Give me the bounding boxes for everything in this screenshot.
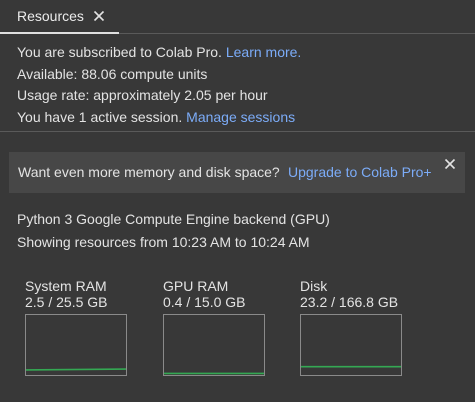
usage-graph [300,314,402,376]
tab-resources[interactable]: Resources [0,0,119,34]
meter-value: 0.4 / 15.0 GB [163,294,246,310]
usage-graph-svg [301,365,401,368]
manage-sessions-link[interactable]: Manage sessions [186,109,295,125]
meter-value: 23.2 / 166.8 GB [300,294,399,310]
usage-graph [163,314,265,376]
meter-title: System RAM [25,278,107,294]
usage-graph [25,314,127,376]
close-icon[interactable] [93,10,105,22]
meter-title: Disk [300,278,328,294]
sessions-text: You have 1 active session. [17,108,183,125]
tab-bar: Resources [0,0,475,34]
usage-graph-svg [26,368,126,371]
backend-name: Python 3 Google Compute Engine backend (… [17,211,330,227]
meter-system-ram: System RAM 2.5 / 25.5 GB [25,278,135,376]
divider [0,131,475,132]
upgrade-link[interactable]: Upgrade to Colab Pro+ [288,164,432,180]
meter-title: GPU RAM [163,278,229,294]
available-units: Available: 88.06 compute units [17,65,208,82]
meter-disk: Disk 23.2 / 166.8 GB [300,278,410,376]
subscription-info: You are subscribed to Colab Pro. Learn m… [17,42,301,128]
subscription-line: You are subscribed to Colab Pro. Learn m… [17,42,301,64]
meter-gpu-ram: GPU RAM 0.4 / 15.0 GB [163,278,273,376]
meter-value: 2.5 / 25.5 GB [25,294,108,310]
usage-line [26,368,126,371]
upgrade-text: Want even more memory and disk space? [18,164,280,180]
backend-info: Python 3 Google Compute Engine backend (… [17,208,330,253]
tab-title: Resources [17,8,84,24]
upgrade-banner: Want even more memory and disk space? Up… [9,152,465,193]
usage-graph-svg [164,372,264,375]
close-icon[interactable] [444,158,456,170]
sessions-line: You have 1 active session. Manage sessio… [17,107,301,129]
usage-rate: Usage rate: approximately 2.05 per hour [17,87,268,103]
subscription-text: You are subscribed to Colab Pro. [17,44,222,60]
learn-more-link[interactable]: Learn more. [226,44,301,60]
resource-time-range: Showing resources from 10:23 AM to 10:24… [17,233,310,250]
